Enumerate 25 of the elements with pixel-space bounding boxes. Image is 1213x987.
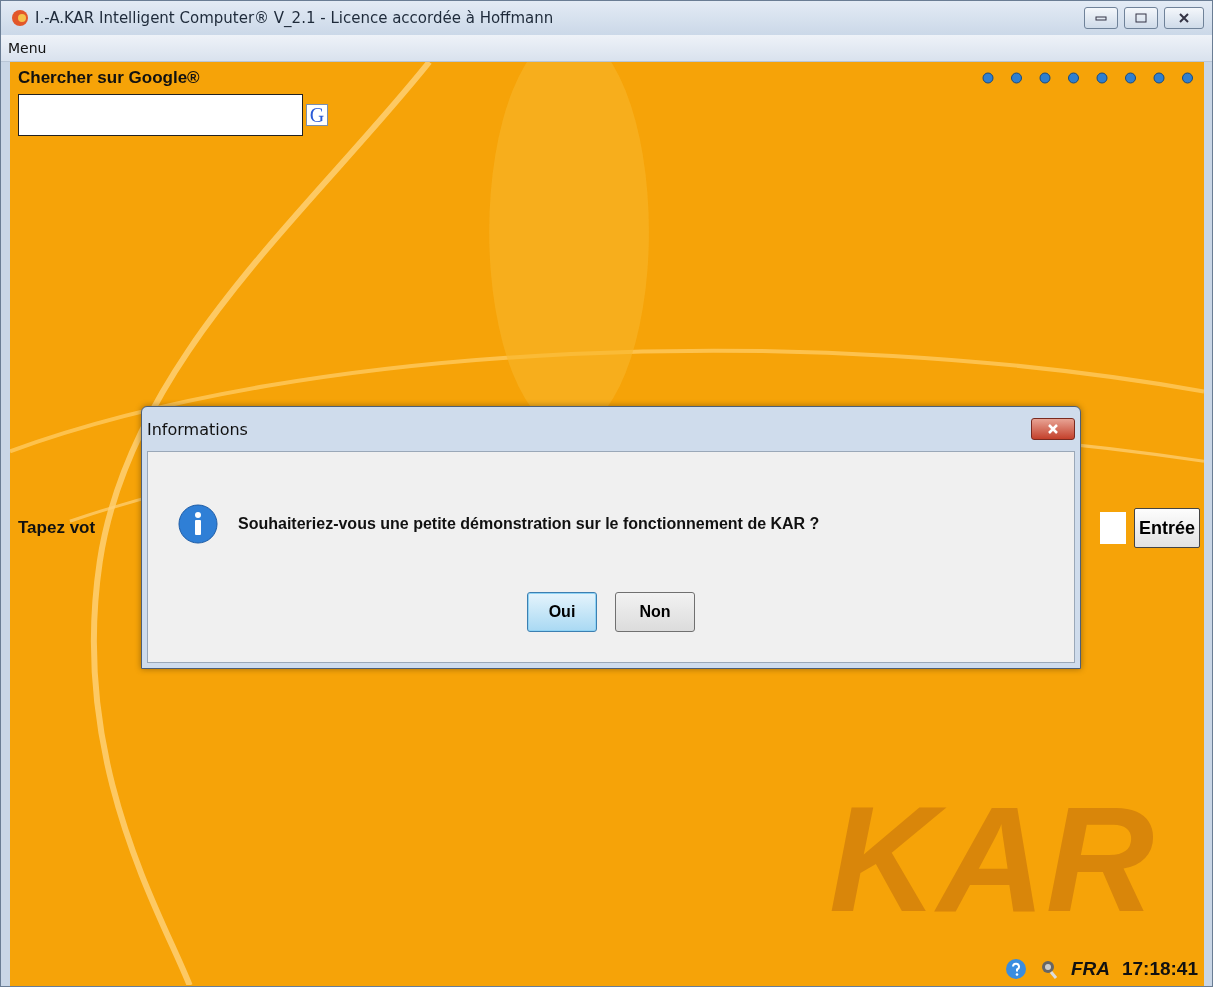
search-field[interactable]	[18, 94, 303, 136]
command-label: Tapez vot	[18, 518, 96, 538]
help-icon[interactable]	[1004, 958, 1027, 980]
menu-item[interactable]: Menu	[1, 40, 54, 56]
close-icon	[1047, 424, 1059, 434]
window-title: I.-A.KAR Intelligent Computer® V_2.1 - Licence accordée à Hoffmann	[35, 9, 555, 27]
clock-time: 17:18:41	[1121, 958, 1198, 980]
minimize-icon	[1095, 15, 1107, 21]
info-icon	[178, 504, 218, 544]
dialog-message: Souhaiteriez-vous une petite démonstration sur le fonctionnement de KAR ?	[238, 515, 820, 533]
maximize-icon	[1135, 13, 1147, 23]
dialog-button[interactable]: Non	[615, 592, 695, 632]
app-logo-icon	[11, 9, 29, 27]
command-field[interactable]	[1099, 512, 1126, 544]
google-button[interactable]: G	[306, 104, 328, 126]
close-icon	[1178, 13, 1190, 23]
dialog-close-button[interactable]	[1031, 418, 1075, 440]
language-indicator: FRA	[1070, 958, 1110, 980]
dialog-title: Informations	[147, 419, 248, 439]
minimize-button[interactable]	[1084, 7, 1118, 29]
maximize-button[interactable]	[1124, 7, 1158, 29]
close-button[interactable]	[1164, 7, 1204, 29]
enter-button[interactable]: Entrée	[1133, 508, 1200, 548]
dialog-button[interactable]: Oui	[527, 592, 597, 632]
search-label: Chercher sur Google®	[18, 68, 200, 88]
